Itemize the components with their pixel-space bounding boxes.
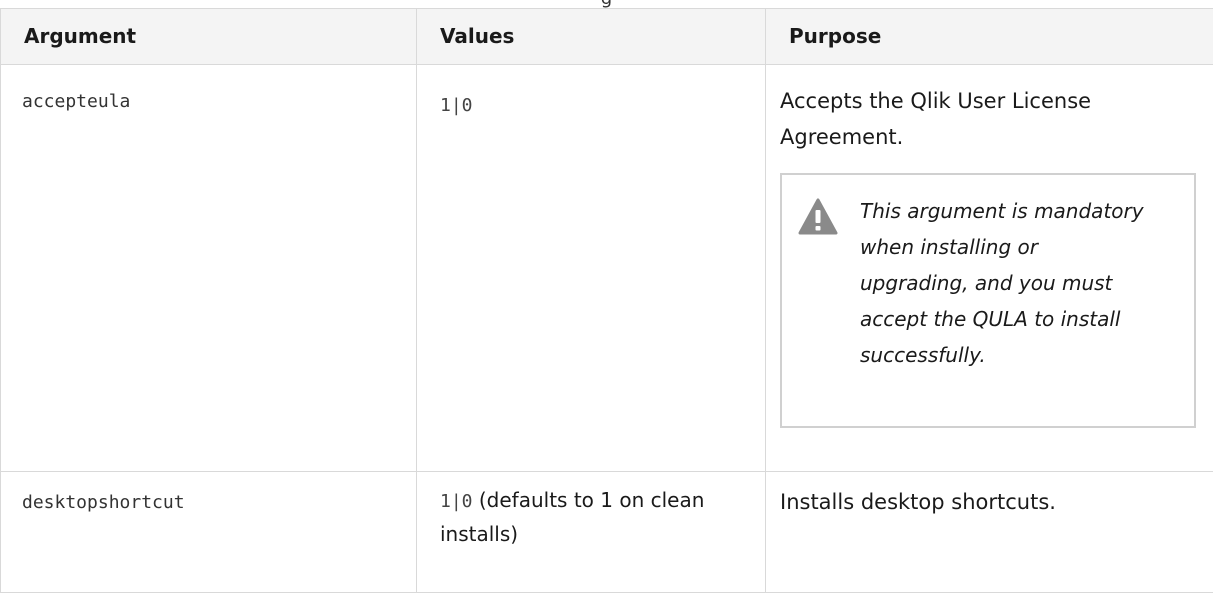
purpose-text: Accepts the Qlik User License Agreement.: [780, 83, 1213, 155]
values-note: (defaults to 1 on clean installs): [440, 488, 704, 546]
values-cell: 1|0: [417, 65, 766, 472]
table-row: accepteula 1|0 Accepts the Qlik User Lic…: [1, 65, 1213, 472]
header-argument: Argument: [1, 9, 417, 65]
warning-note: This argument is mandatory when installi…: [780, 173, 1196, 428]
argument-cell: accepteula: [1, 65, 417, 472]
arguments-table: Argument Values Purpose accepteula 1|0 A…: [0, 8, 1213, 593]
table-header-row: Argument Values Purpose: [1, 9, 1213, 65]
argument-cell: desktopshortcut: [1, 472, 417, 593]
warning-note-text: This argument is mandatory when installi…: [860, 193, 1150, 414]
warning-icon: [798, 197, 838, 237]
table-caption: g: [0, 0, 1213, 8]
purpose-cell: Accepts the Qlik User License Agreement.…: [766, 65, 1213, 472]
values-code: 1|0: [440, 95, 473, 116]
purpose-cell: Installs desktop shortcuts.: [766, 472, 1213, 593]
header-values: Values: [417, 9, 766, 65]
header-purpose: Purpose: [766, 9, 1213, 65]
values-code: 1|0: [440, 491, 473, 512]
values-cell: 1|0 (defaults to 1 on clean installs): [417, 472, 766, 593]
table-row: desktopshortcut 1|0 (defaults to 1 on cl…: [1, 472, 1213, 593]
